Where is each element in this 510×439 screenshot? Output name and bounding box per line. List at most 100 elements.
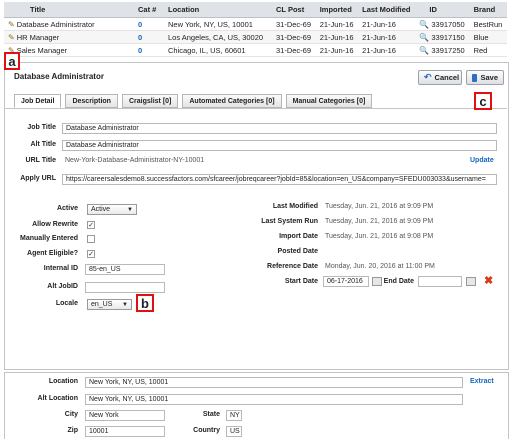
location-input[interactable]: New York, NY, US, 10001 [85,377,463,388]
row-cat: 0 [134,17,164,31]
locale-select[interactable]: en_US ▼ [87,299,132,310]
row-modified: 21-Jun-16 [358,30,416,44]
edit-icon[interactable]: ✎ [8,20,15,29]
col-clpost[interactable]: CL Post [272,2,316,18]
search-icon[interactable]: 🔍 [419,20,429,29]
row-location: New York, NY, US, 10001 [164,17,272,31]
tab-craigslist[interactable]: Craigslist [0] [121,94,179,108]
alt-title-input[interactable]: Database Administrator [62,140,497,151]
tabs-divider [4,108,507,109]
alt-location-label: Alt Location [37,395,78,402]
alt-jobid-label: Alt JobID [47,283,78,290]
row-clpost: 31-Dec-69 [272,43,316,57]
row-imported: 21-Jun-16 [315,43,359,57]
update-link[interactable]: Update [470,157,494,164]
table-header-row: Title Cat # Location CL Post Imported La… [4,2,507,18]
detail-title: Database Administrator [14,72,104,81]
save-button[interactable]: Save [466,70,504,85]
start-date-input[interactable]: 06-17-2016 [323,276,369,287]
save-label: Save [480,73,498,82]
tab-description[interactable]: Description [65,94,118,108]
row-imported: 21-Jun-16 [315,17,359,31]
detail-tabs: Job Detail Description Craigslist [0] Au… [14,94,373,108]
marker-c: c [474,92,492,110]
posted-date-label: Posted Date [277,248,318,255]
tab-manual-categories[interactable]: Manual Categories [0] [285,94,373,108]
table-row[interactable]: ✎ HR Manager 0 Los Angeles, CA, US, 30020… [4,30,507,44]
tab-job-detail[interactable]: Job Detail [14,94,62,108]
row-location: Chicago, IL, US, 60601 [164,43,272,57]
cancel-button[interactable]: ↶ Cancel [418,70,462,85]
manually-entered-checkbox[interactable] [87,235,95,243]
reference-date-label: Reference Date [267,263,318,270]
extract-link[interactable]: Extract [470,378,494,385]
row-modified: 21-Jun-16 [358,17,416,31]
alt-location-input[interactable]: New York, NY, US, 10001 [85,394,463,405]
agent-eligible-checkbox[interactable]: ✓ [87,250,95,258]
jobs-table: Title Cat # Location CL Post Imported La… [4,2,507,57]
country-input[interactable]: US [226,426,242,437]
row-cat: 0 [134,30,164,44]
row-imported: 21-Jun-16 [315,30,359,44]
allow-rewrite-checkbox[interactable]: ✓ [87,221,95,229]
row-cat: 0 [134,43,164,57]
active-select[interactable]: Active ▼ [87,204,137,215]
locale-select-value: en_US [91,301,113,308]
col-cat[interactable]: Cat # [134,2,164,18]
city-input[interactable]: New York [85,410,165,421]
alt-jobid-input[interactable] [85,282,165,293]
col-id[interactable]: ID [415,2,470,18]
active-label: Active [56,205,78,212]
col-imported[interactable]: Imported [315,2,359,18]
state-label: State [202,411,220,418]
row-id: 33917250 [431,45,465,55]
agent-eligible-label: Agent Eligible? [27,250,78,257]
zip-label: Zip [67,427,79,434]
apply-url-label: Apply URL [20,175,56,182]
country-label: Country [193,427,220,434]
last-system-run-label: Last System Run [261,218,318,225]
alt-title-label: Alt Title [30,141,56,148]
col-last-modified[interactable]: Last Modified [358,2,416,18]
import-date-label: Import Date [279,233,318,240]
table-row[interactable]: ✎ Database Administrator 0 New York, NY, … [4,17,507,31]
last-modified-value: Tuesday, Jun. 21, 2016 at 9:09 PM [325,203,434,210]
job-title-label: Job Title [27,124,56,131]
start-date-label: Start Date [284,278,318,285]
row-brand: Blue [469,30,507,44]
col-title[interactable]: Title [4,2,134,18]
clear-date-icon[interactable]: ✖ [484,274,493,287]
job-title-input[interactable]: Database Administrator [62,123,497,134]
end-date-input[interactable] [418,276,462,287]
row-modified: 21-Jun-16 [358,43,416,57]
dropdown-arrow-icon: ▼ [122,301,128,308]
row-clpost: 31-Dec-69 [272,30,316,44]
table-row[interactable]: ✎ Sales Manager 0 Chicago, IL, US, 60601 … [4,43,507,57]
zip-input[interactable]: 10001 [85,426,165,437]
locale-label: Locale [55,300,78,307]
search-icon[interactable]: 🔍 [419,46,429,55]
row-title[interactable]: Database Administrator [17,20,95,29]
apply-url-input[interactable]: https://careersalesdemo8.successfactors.… [62,174,497,185]
marker-b: b [136,294,154,312]
end-date-label: End Date [383,278,414,285]
col-brand[interactable]: Brand [469,2,507,18]
tab-automated-categories[interactable]: Automated Categories [0] [182,94,282,108]
internal-id-input[interactable]: 85-en_US [85,264,165,275]
last-system-run-value: Tuesday, Jun. 21, 2016 at 9:09 PM [325,218,434,225]
edit-icon[interactable]: ✎ [8,33,15,42]
save-icon [472,73,478,82]
row-title[interactable]: Sales Manager [17,46,67,55]
allow-rewrite-label: Allow Rewrite [32,221,78,228]
marker-a: a [4,52,20,70]
row-title[interactable]: HR Manager [17,33,60,42]
dropdown-arrow-icon: ▼ [127,206,133,213]
state-input[interactable]: NY [226,410,242,421]
col-location[interactable]: Location [164,2,272,18]
calendar-icon[interactable] [466,277,476,286]
last-modified-label: Last Modified [272,203,318,210]
search-icon[interactable]: 🔍 [419,33,429,42]
row-location: Los Angeles, CA, US, 30020 [164,30,272,44]
internal-id-label: Internal ID [43,265,78,272]
cancel-icon: ↶ [424,72,432,82]
